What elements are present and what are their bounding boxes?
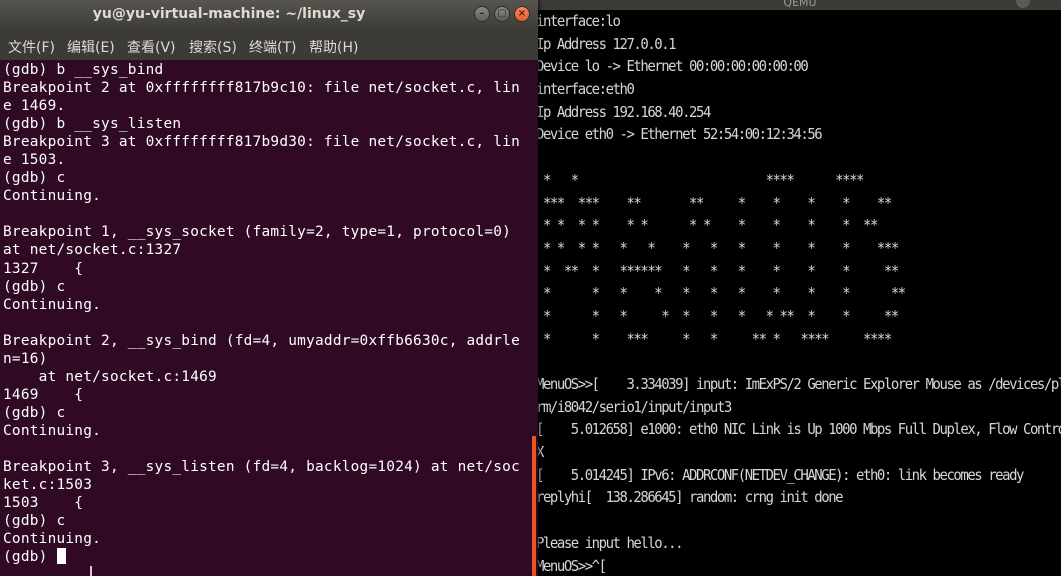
ascii-art-line: *** *** ** ** * * * * **	[536, 193, 892, 212]
terminal-titlebar[interactable]: yu@yu-virtual-machine: ~/linux_sy – □ ×	[0, 0, 538, 30]
background-window-edge	[90, 566, 92, 576]
terminal-line: Continuing.	[3, 422, 102, 439]
menu-help[interactable]: 帮助(H)	[309, 37, 358, 57]
terminal-line: (gdb) b __sys_listen	[3, 116, 182, 133]
terminal-line: Continuing.	[3, 188, 102, 205]
console-line: Device lo -> Ethernet 00:00:00:00:00:00	[536, 57, 809, 76]
close-button[interactable]: ×	[514, 6, 530, 22]
console-line: [ 5.012658] e1000: eth0 NIC Link is Up 1…	[536, 420, 1061, 439]
ascii-art-line: * * **** ****	[536, 170, 864, 189]
terminal-window: yu@yu-virtual-machine: ~/linux_sy – □ × …	[0, 0, 538, 576]
qemu-console[interactable]: interface:lo Ip Address 127.0.0.1 Device l…	[528, 10, 1061, 576]
minimize-button[interactable]: –	[474, 6, 490, 22]
ascii-art-line: * * *** * * ** * **** ****	[536, 329, 892, 348]
terminal-line: at net/socket.c:1469	[3, 368, 217, 385]
ascii-art-line: * * * * * * * * ** * * **	[536, 306, 899, 325]
console-line: Device eth0 -> Ethernet 52:54:00:12:34:5…	[536, 125, 823, 144]
terminal-line: Breakpoint 1, __sys_socket (family=2, ty…	[3, 224, 512, 241]
terminal-prompt-line[interactable]: (gdb)	[3, 548, 520, 566]
terminal-line: Breakpoint 2, __sys_bind (fd=4, umyaddr=…	[3, 332, 521, 349]
terminal-line: e 1469.	[3, 98, 66, 115]
ascii-art-line: * * * * * * * * * * **	[536, 284, 906, 303]
gdb-prompt: (gdb)	[3, 549, 57, 566]
terminal-line: (gdb) c	[3, 278, 66, 295]
ascii-art-line: * * * * * * * * * * * * **	[536, 216, 878, 235]
terminal-scrollbar[interactable]	[532, 436, 536, 576]
terminal-line: Breakpoint 2 at 0xffffffff817b9c10: file…	[3, 80, 521, 97]
menu-terminal[interactable]: 终端(T)	[249, 37, 296, 57]
console-line: rm/i8042/serio1/input/input3	[536, 397, 732, 416]
terminal-lines: (gdb) b __sys_bind Breakpoint 2 at 0xffff…	[3, 61, 520, 566]
console-line: MenuOS>>[ 3.334039] input: ImExPS/2 Gene…	[536, 375, 1061, 393]
console-line: MenuOS>>^[	[536, 556, 607, 575]
terminal-line: (gdb) c	[3, 513, 66, 530]
terminal-line: 1327 {	[3, 260, 84, 277]
window-title: yu@yu-virtual-machine: ~/linux_sy	[92, 6, 366, 22]
terminal-line: e 1503.	[3, 152, 66, 169]
menu-view[interactable]: 查看(V)	[127, 37, 176, 57]
maximize-button[interactable]: □	[494, 6, 510, 22]
console-line: interface:lo	[536, 12, 621, 30]
ascii-art-line: * * * * * * * * * * * * ***	[536, 238, 899, 257]
menu-edit[interactable]: 编辑(E)	[67, 37, 115, 57]
terminal-output[interactable]: (gdb) b __sys_bind Breakpoint 2 at 0xffff…	[0, 60, 532, 576]
terminal-line: (gdb) b __sys_bind	[3, 62, 164, 78]
ascii-art-line: * ** * ****** * * * * * * **	[536, 261, 899, 280]
terminal-line: Continuing.	[3, 531, 102, 548]
terminal-line: 1469 {	[3, 386, 84, 403]
terminal-line: (gdb) c	[3, 404, 66, 421]
console-line: Please input hello...	[536, 533, 684, 552]
qemu-console-output: interface:lo Ip Address 127.0.0.1 Device l…	[536, 10, 1061, 576]
console-line: Ip Address 192.168.40.254	[536, 102, 711, 121]
console-line: replyhi[ 138.286645] random: crng init d…	[536, 488, 844, 507]
terminal-line: Continuing.	[3, 296, 102, 313]
menu-file[interactable]: 文件(F)	[8, 37, 55, 57]
console-line: interface:eth0	[536, 80, 635, 99]
console-line: X	[536, 443, 544, 462]
terminal-line: (gdb) c	[3, 170, 66, 187]
terminal-line: Breakpoint 3, __sys_listen (fd=4, backlo…	[3, 459, 521, 476]
terminal-line: Breakpoint 3 at 0xffffffff817b9d30: file…	[3, 134, 521, 151]
qemu-window-title: QEMU	[783, 0, 817, 8]
menu-search[interactable]: 搜索(S)	[189, 37, 237, 57]
terminal-line: ket.c:1503	[3, 477, 93, 494]
console-line: Ip Address 127.0.0.1	[536, 34, 677, 53]
terminal-menubar: 文件(F) 编辑(E) 查看(V) 搜索(S) 终端(T) 帮助(H)	[0, 30, 538, 60]
console-line: [ 5.014245] IPv6: ADDRCONF(NETDEV_CHANGE…	[536, 465, 1024, 484]
terminal-line: at net/socket.c:1327	[3, 242, 182, 259]
terminal-line: 1503 {	[3, 495, 84, 512]
terminal-line: n=16)	[3, 350, 48, 367]
text-cursor	[57, 548, 67, 565]
